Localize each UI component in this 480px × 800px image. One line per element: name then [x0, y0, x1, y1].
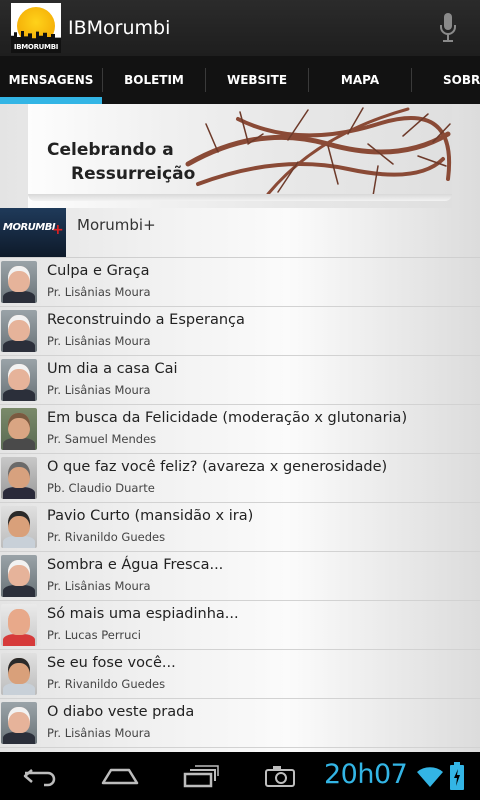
- screenshot-icon[interactable]: [264, 764, 296, 788]
- featured-title: Morumbi+: [77, 216, 156, 234]
- featured-item[interactable]: MORUMBI + Morumbi+: [0, 208, 480, 258]
- banner-line-1: Celebrando a: [47, 140, 174, 160]
- list-item[interactable]: Culpa e Graça Pr. Lisânias Moura: [0, 258, 480, 307]
- speaker-avatar: [1, 261, 37, 303]
- banner[interactable]: Celebrando a Ressurreição: [28, 104, 452, 208]
- message-title: Só mais uma espiadinha...: [47, 606, 239, 622]
- speaker-avatar: [1, 555, 37, 597]
- back-icon[interactable]: [22, 766, 58, 788]
- message-title: Um dia a casa Cai: [47, 361, 178, 377]
- speaker-avatar: [1, 702, 37, 744]
- tab-bar: MENSAGENS BOLETIM WEBSITE MAPA SOBRE: [0, 56, 480, 104]
- app-title: IBMorumbi: [68, 17, 171, 39]
- speaker-avatar: [1, 457, 37, 499]
- speaker-avatar: [1, 408, 37, 450]
- message-list[interactable]: Culpa e Graça Pr. Lisânias Moura Reconstru…: [0, 258, 480, 748]
- tab-mapa[interactable]: MAPA: [309, 56, 411, 104]
- featured-thumb-text: MORUMBI: [3, 222, 56, 233]
- message-speaker: Pr. Lisânias Moura: [47, 334, 151, 348]
- banner-line-2: Ressurreição: [71, 164, 196, 184]
- message-speaker: Pr. Lisânias Moura: [47, 726, 151, 740]
- list-item[interactable]: O que faz você feliz? (avareza x generos…: [0, 454, 480, 503]
- list-item[interactable]: Sombra e Água Fresca... Pr. Lisânias Mour…: [0, 552, 480, 601]
- speaker-avatar: [1, 359, 37, 401]
- app-logo[interactable]: IBMORUMBI: [11, 3, 61, 53]
- speaker-avatar: [1, 604, 37, 646]
- message-title: Reconstruindo a Esperança: [47, 312, 245, 328]
- message-title: O diabo veste prada: [47, 704, 195, 720]
- featured-thumb-plus: +: [52, 222, 64, 238]
- list-item[interactable]: Só mais uma espiadinha... Pr. Lucas Perru…: [0, 601, 480, 650]
- message-speaker: Pr. Lucas Perruci: [47, 628, 141, 642]
- list-item[interactable]: Pavio Curto (mansidão x ira) Pr. Rivanild…: [0, 503, 480, 552]
- tab-boletim[interactable]: BOLETIM: [103, 56, 205, 104]
- message-speaker: Pr. Lisânias Moura: [47, 579, 151, 593]
- selected-tab-indicator: [0, 97, 102, 104]
- tab-sobre[interactable]: SOBRE: [412, 56, 480, 104]
- action-bar: IBMORUMBI IBMorumbi: [0, 0, 480, 56]
- message-speaker: Pb. Claudio Duarte: [47, 481, 155, 495]
- message-speaker: Pr. Rivanildo Guedes: [47, 530, 166, 544]
- list-item[interactable]: Um dia a casa Cai Pr. Lisânias Moura: [0, 356, 480, 405]
- system-navigation-bar: 20h07: [0, 752, 480, 800]
- list-item[interactable]: Reconstruindo a Esperança Pr. Lisânias Mo…: [0, 307, 480, 356]
- speaker-avatar: [1, 653, 37, 695]
- featured-thumbnail: MORUMBI +: [0, 208, 66, 257]
- message-speaker: Pr. Lisânias Moura: [47, 285, 151, 299]
- app-logo-text: IBMORUMBI: [11, 42, 61, 53]
- list-item[interactable]: O diabo veste prada Pr. Lisânias Moura: [0, 699, 480, 748]
- message-title: Sombra e Água Fresca...: [47, 557, 224, 573]
- mic-icon[interactable]: [438, 12, 458, 44]
- message-speaker: Pr. Rivanildo Guedes: [47, 677, 166, 691]
- crown-of-thorns-image: [185, 107, 452, 197]
- wifi-icon: [417, 767, 443, 787]
- status-clock: 20h07: [324, 759, 408, 790]
- message-title: Culpa e Graça: [47, 263, 150, 279]
- home-icon[interactable]: [101, 766, 139, 786]
- battery-icon: [450, 762, 464, 790]
- message-speaker: Pr. Lisânias Moura: [47, 383, 151, 397]
- message-title: Em busca da Felicidade (moderação x glut…: [47, 410, 408, 426]
- content-area[interactable]: Celebrando a Ressurreição MORUMBI + Moru…: [0, 104, 480, 752]
- speaker-avatar: [1, 310, 37, 352]
- tab-website[interactable]: WEBSITE: [206, 56, 308, 104]
- recent-apps-icon[interactable]: [183, 764, 219, 788]
- message-speaker: Pr. Samuel Mendes: [47, 432, 157, 446]
- list-item[interactable]: Em busca da Felicidade (moderação x glut…: [0, 405, 480, 454]
- message-title: O que faz você feliz? (avareza x generos…: [47, 459, 388, 475]
- list-item[interactable]: Se eu fose você... Pr. Rivanildo Guedes: [0, 650, 480, 699]
- message-title: Pavio Curto (mansidão x ira): [47, 508, 254, 524]
- speaker-avatar: [1, 506, 37, 548]
- message-title: Se eu fose você...: [47, 655, 176, 671]
